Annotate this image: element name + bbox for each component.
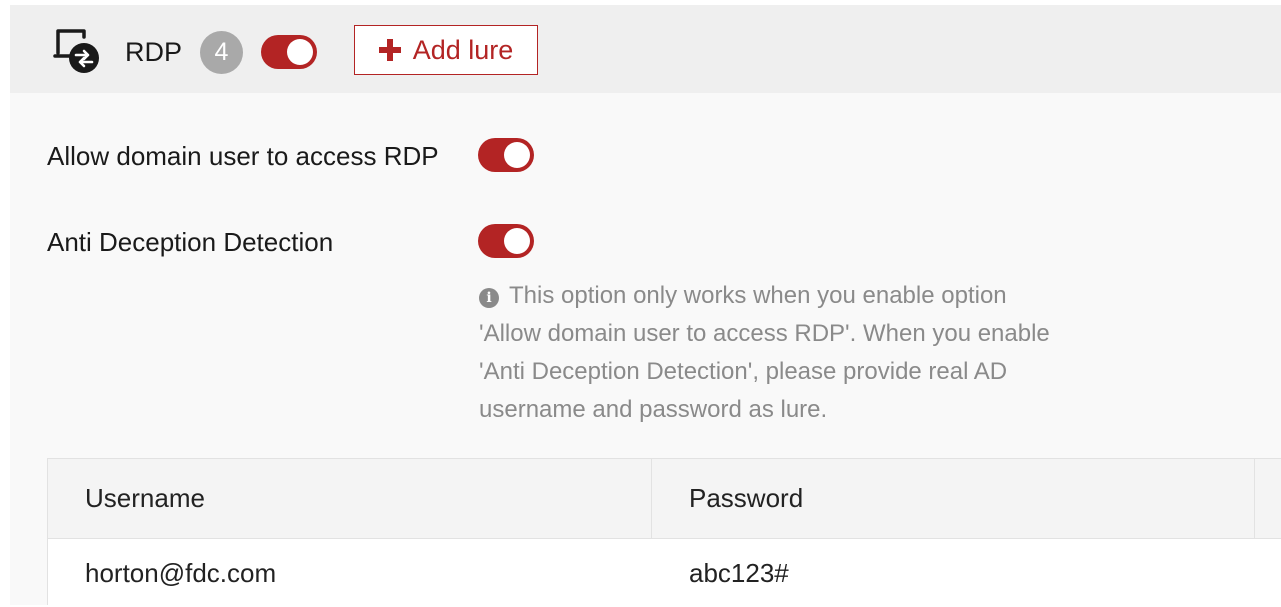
help-line: 'Anti Deception Detection', please provi…	[479, 358, 1008, 385]
toggle-knob	[504, 228, 530, 254]
anti-deception-toggle[interactable]	[478, 224, 534, 258]
lures-table: Username Password horton@fdc.com abc123#	[47, 458, 1281, 606]
column-header-actions	[1255, 459, 1281, 538]
toggle-knob	[504, 142, 530, 168]
table-row[interactable]: horton@fdc.com abc123#	[48, 539, 1281, 606]
allow-domain-user-label: Allow domain user to access RDP	[47, 141, 439, 171]
cell-password: abc123#	[689, 558, 789, 588]
column-header-password[interactable]: Password	[652, 459, 1255, 538]
help-line-text: This option only works when you enable o…	[509, 282, 1007, 309]
add-lure-button[interactable]: Add lure	[354, 25, 538, 75]
plus-icon	[378, 39, 401, 61]
remote-desktop-icon	[50, 25, 100, 75]
lure-count-badge: 4	[200, 31, 243, 74]
rdp-lure-panel: RDP 4 Add lure Allow domain user to acce…	[10, 5, 1281, 606]
info-icon: i	[479, 288, 499, 308]
table-header: Username Password	[48, 459, 1281, 539]
help-line: i This option only works when you enable …	[479, 277, 1099, 315]
add-lure-label: Add lure	[412, 34, 514, 65]
column-header-username[interactable]: Username	[48, 459, 652, 538]
help-line: 'Allow domain user to access RDP'. When …	[479, 320, 1050, 347]
allow-domain-user-toggle[interactable]	[478, 138, 534, 172]
toggle-knob	[287, 39, 313, 65]
anti-deception-label: Anti Deception Detection	[47, 227, 334, 257]
rdp-enable-toggle[interactable]	[261, 35, 317, 69]
anti-deception-help-text: i This option only works when you enable …	[479, 277, 1099, 429]
service-header: RDP 4 Add lure	[10, 5, 1281, 93]
service-label: RDP	[125, 37, 183, 67]
cell-username: horton@fdc.com	[85, 558, 277, 588]
help-line: username and password as lure.	[479, 396, 828, 423]
